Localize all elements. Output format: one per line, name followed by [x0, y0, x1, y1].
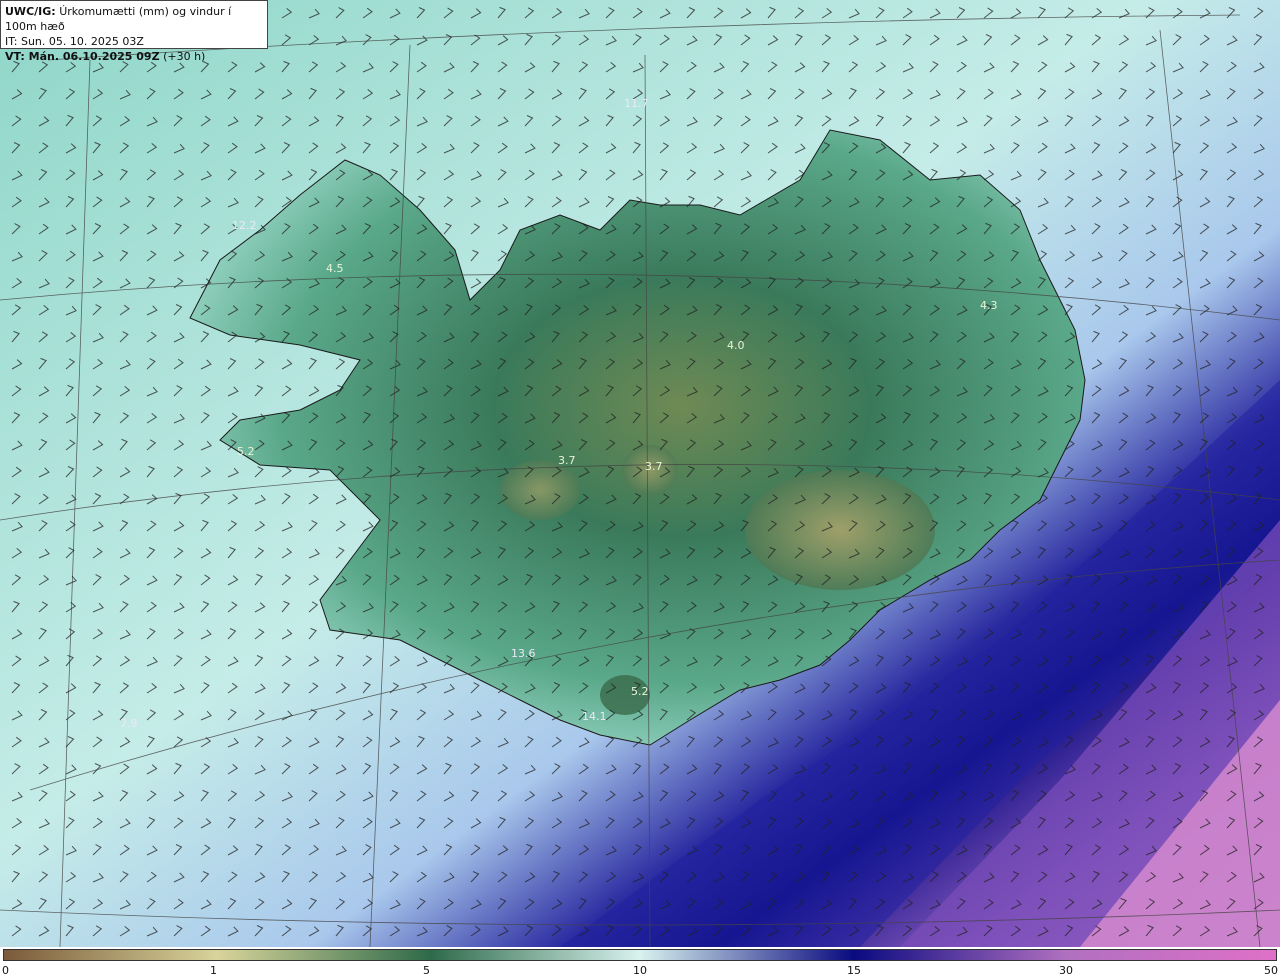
legend-colorbar [3, 949, 1277, 961]
legend-tick: 10 [633, 964, 647, 977]
legend-tick: 0 [2, 964, 9, 977]
precip-value-label: 3.7 [645, 460, 663, 473]
precip-value-label: 3.7 [558, 454, 576, 467]
vatnajokull-highland [745, 470, 935, 590]
legend-tick: 50 [1264, 964, 1278, 977]
legend-tick: 5 [423, 964, 430, 977]
precip-value-label: 4.0 [727, 339, 745, 352]
precip-value-label: 13.6 [511, 647, 536, 660]
model-name: UWC/IG: [5, 5, 56, 18]
legend-tick: 1 [210, 964, 217, 977]
forecast-map-view: 4.5 4.3 4.0 3.7 3.7 5.2 5.2 13.6 14.1 12.2 11.7 7.9… [0, 0, 1280, 978]
precip-value-label: 14.1 [582, 710, 607, 723]
precip-value-label: 12.2 [232, 219, 257, 232]
legend-tick: 30 [1059, 964, 1073, 977]
precipitation-wind-map: 4.5 4.3 4.0 3.7 3.7 5.2 5.2 13.6 14.1 12.2 11.7 7.9 [0, 0, 1280, 947]
precip-value-label: 7.9 [120, 717, 138, 730]
lead-time: (+30 h) [163, 50, 206, 63]
precip-value-label: 5.2 [237, 445, 255, 458]
legend-tick: 15 [847, 964, 861, 977]
precip-value-label: 4.3 [980, 299, 998, 312]
precip-value-label: 4.5 [326, 262, 344, 275]
valid-time-line: VT: Mán. 06.10.2025 09Z (+30 h) [5, 49, 263, 64]
precip-value-label: 5.2 [631, 685, 649, 698]
color-legend: 0 1 5 10 15 30 50 [0, 947, 1280, 978]
precip-value-label: 11.7 [624, 97, 649, 110]
valid-time: VT: Mán. 06.10.2025 09Z [5, 50, 160, 63]
issue-time: IT: Sun. 05. 10. 2025 03Z [5, 35, 144, 48]
map-title-line: UWC/IG: Úrkomumætti (mm) og vindur í 100… [5, 4, 263, 34]
map-info-box: UWC/IG: Úrkomumætti (mm) og vindur í 100… [0, 0, 268, 63]
